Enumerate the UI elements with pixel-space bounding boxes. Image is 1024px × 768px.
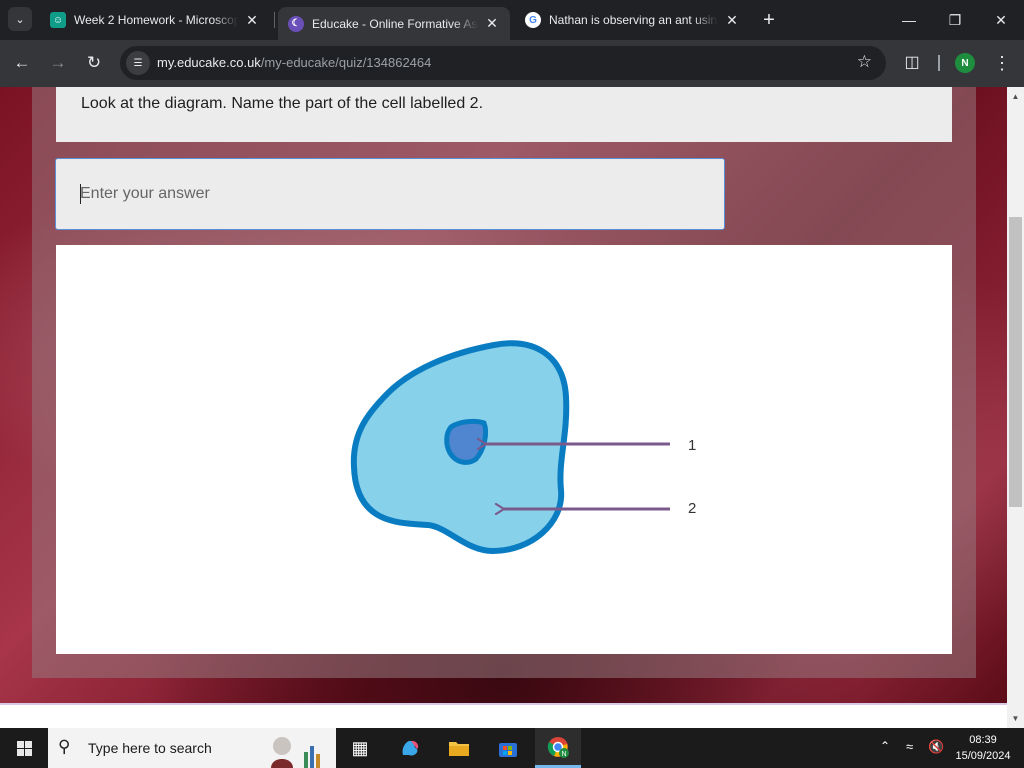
search-highlight-illustration-icon [271,737,320,768]
search-icon: ⚲ [58,737,71,756]
page-scrollbar[interactable]: ▲ ▼ [1007,87,1024,728]
page-footer-strip [0,703,1007,728]
page-viewport: Look at the diagram. Name the part of th… [0,87,1007,703]
tab-google-search[interactable]: G Nathan is observing an ant usin ✕ [515,6,750,34]
text-caret [80,184,81,204]
windows-start-icon[interactable] [8,736,40,760]
url-host: my.educake.co.uk [157,55,261,70]
file-explorer-icon[interactable] [439,732,479,764]
cell-nucleus [444,418,489,465]
search-placeholder: Type here to search [88,740,212,756]
tab-strip: ⌄ ☺ Week 2 Homework - Microscop ✕ ☾ Educ… [0,0,1024,40]
chrome-profile-badge: N [561,751,566,758]
minimize-icon[interactable]: — [886,4,932,36]
microsoft-store-icon[interactable] [488,732,528,764]
profile-avatar[interactable]: N [955,53,975,73]
diagram-card: 1 2 [56,245,952,654]
scroll-thumb[interactable] [1009,217,1022,507]
window-close-icon[interactable]: ✕ [978,4,1024,36]
question-card: Look at the diagram. Name the part of th… [56,87,952,142]
scroll-down-icon[interactable]: ▼ [1007,711,1024,725]
restore-icon[interactable]: ❐ [932,4,978,36]
question-text: Look at the diagram. Name the part of th… [81,95,484,112]
close-icon[interactable]: ✕ [484,15,500,32]
extensions-puzzle-icon[interactable]: ◫ [902,52,922,72]
close-icon[interactable]: ✕ [724,12,740,28]
label-1: 1 [688,437,696,454]
reload-icon[interactable]: ↻ [81,50,107,76]
new-tab-plus-icon[interactable]: + [757,8,781,32]
answer-input[interactable] [55,158,725,230]
windows-taskbar: ⚲ Type here to search ▦ N ⌃ ≈ 🔇 08:39 15… [0,728,1024,768]
tab-title: Nathan is observing an ant usin [549,13,718,27]
close-icon[interactable]: ✕ [244,12,260,28]
tab-search-chevron-icon[interactable]: ⌄ [8,7,32,31]
clock-date: 15/09/2024 [955,750,1011,762]
cell-diagram: 1 2 [350,340,696,555]
system-clock[interactable]: 08:39 15/09/2024 [948,732,1018,764]
tab-title: Week 2 Homework - Microscop [74,13,238,27]
network-wifi-icon[interactable]: ≈ [906,739,913,754]
bookmark-star-icon[interactable]: ☆ [857,52,872,72]
url-path: /my-educake/quiz/134862464 [260,55,432,70]
copilot-icon[interactable] [390,732,430,764]
tab-educake[interactable]: ☾ Educake - Online Formative Ass ✕ [278,7,510,40]
tab-separator [274,12,275,28]
browser-toolbar: ← → ↻ ☰ my.educake.co.uk/my-educake/quiz… [0,40,1024,87]
educake-icon: ☾ [288,15,304,32]
teams-icon: ☺ [50,12,66,28]
address-bar[interactable]: ☰ my.educake.co.uk/my-educake/quiz/13486… [120,46,886,80]
kebab-menu-icon[interactable]: ⋮ [992,52,1012,74]
tray-chevron-up-icon[interactable]: ⌃ [880,739,890,753]
task-view-icon[interactable]: ▦ [340,732,380,764]
forward-arrow-icon[interactable]: → [45,50,71,76]
volume-muted-icon[interactable]: 🔇 [928,739,944,755]
label-2: 2 [688,500,696,517]
clock-time: 08:39 [969,734,997,746]
taskbar-search[interactable]: ⚲ Type here to search [48,728,336,768]
google-icon: G [525,12,541,28]
scroll-up-icon[interactable]: ▲ [1007,89,1024,103]
tab-title: Educake - Online Formative Ass [312,16,478,31]
chrome-taskbar-icon[interactable]: N [535,728,581,768]
site-settings-icon[interactable]: ☰ [126,51,150,75]
toolbar-divider [938,55,940,71]
back-arrow-icon[interactable]: ← [9,50,35,76]
url-text[interactable]: my.educake.co.uk/my-educake/quiz/1348624… [157,55,431,70]
tab-week2-homework[interactable]: ☺ Week 2 Homework - Microscop ✕ [40,6,270,34]
